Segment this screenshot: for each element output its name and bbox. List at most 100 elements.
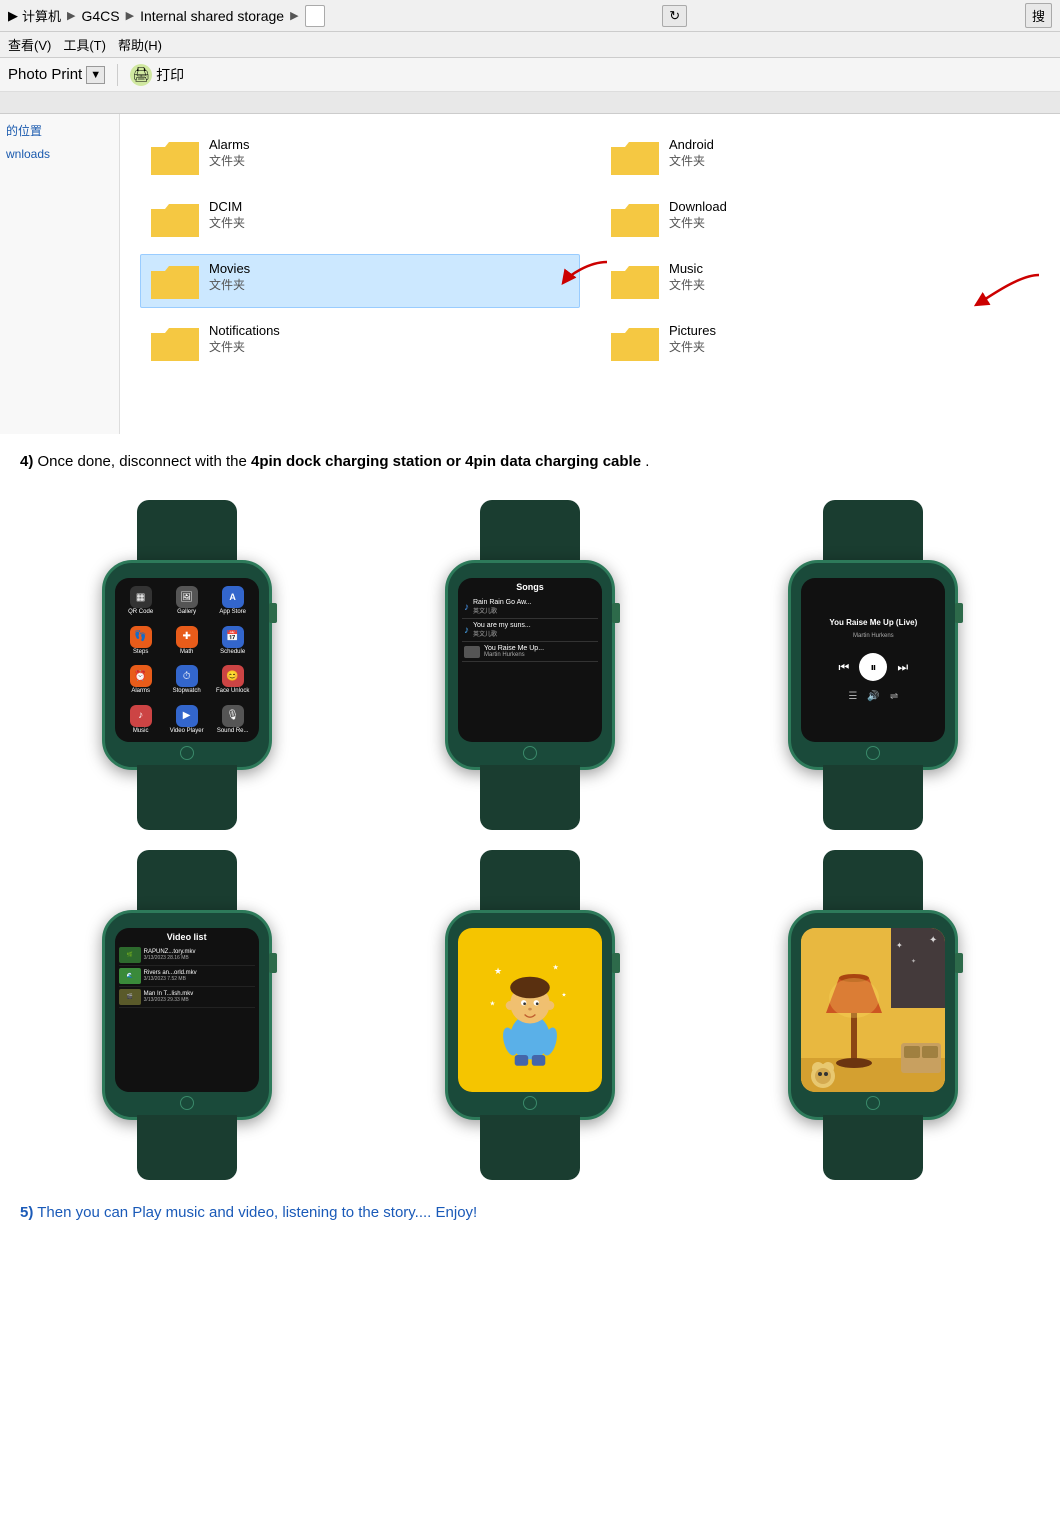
red-arrow-music <box>964 267 1044 317</box>
sidebar: 的位置 wnloads <box>0 114 120 434</box>
watch-cartoon2-screen: ✦ ✦ ✦ <box>801 928 945 1092</box>
song-item-3: You Raise Me Up... Martin Hurkens <box>462 642 598 662</box>
folder-android-icon <box>611 137 659 177</box>
watch-songs-body: Songs ♪ Rain Rain Go Aw... 英文儿歌 ♪ You ar <box>445 560 615 770</box>
song-sub-2: 英文儿歌 <box>473 629 596 638</box>
watch-videolist: Video list 🌿 RAPUNZ...tory.mkv 3/13/2023… <box>20 850 353 1180</box>
watch-cartoon1: ★ ★ ★ ★ <box>363 850 696 1180</box>
folder-download-icon <box>611 199 659 239</box>
folder-notifications[interactable]: Notifications 文件夹 <box>140 316 580 370</box>
path-arrow-icon: ▶ <box>8 8 18 24</box>
menu-help[interactable]: 帮助(H) <box>118 35 162 54</box>
folder-alarms[interactable]: Alarms 文件夹 <box>140 130 580 184</box>
watch-cartoon2: ✦ ✦ ✦ <box>707 850 1040 1180</box>
app-music: ♪ Music <box>119 701 163 739</box>
refresh-button[interactable]: ↻ <box>662 5 687 27</box>
print-icon: 🖨 <box>130 64 152 86</box>
photo-print-button[interactable]: Photo Print ▼ <box>8 66 105 84</box>
up-button[interactable]: 搜 <box>1025 3 1052 28</box>
cartoon1-screen: ★ ★ ★ ★ <box>458 928 602 1092</box>
path-dropdown[interactable] <box>305 5 325 27</box>
video-info-1: RAPUNZ...tory.mkv 3/13/2023 28.16 MB <box>144 949 255 961</box>
file-grid: Alarms 文件夹 Android 文件夹 DCIM 文件夹 <box>120 114 1060 434</box>
folder-android-label: Android 文件夹 <box>669 137 714 169</box>
video-meta-3: 3/13/2023 29.33 MB <box>144 997 255 1003</box>
watches-bottom-row: Video list 🌿 RAPUNZ...tory.mkv 3/13/2023… <box>0 840 1060 1190</box>
player-screen: You Raise Me Up (Live) Martin Hurkens ⏮ … <box>801 578 945 742</box>
cartoon-room-svg: ✦ ✦ ✦ <box>801 928 945 1092</box>
watch-player-body: You Raise Me Up (Live) Martin Hurkens ⏮ … <box>788 560 958 770</box>
video-thumb-2: 🌊 <box>119 968 141 984</box>
print-label: 打印 <box>156 65 184 85</box>
home-button <box>180 746 194 760</box>
step4-bold: 4pin dock charging station or 4pin data … <box>251 453 641 470</box>
video-item-1: 🌿 RAPUNZ...tory.mkv 3/13/2023 28.16 MB <box>119 945 255 966</box>
side-button <box>269 603 277 623</box>
cartoon2-screen: ✦ ✦ ✦ <box>801 928 945 1092</box>
home-button-2 <box>523 746 537 760</box>
folder-dcim[interactable]: DCIM 文件夹 <box>140 192 580 246</box>
video-thumb-3: 🎬 <box>119 989 141 1005</box>
folder-movies-icon <box>151 261 199 301</box>
video-item-2: 🌊 Rivers an...orld.mkv 3/13/2023 7.52 MB <box>119 966 255 987</box>
app-soundre: 🎙 Sound Re... <box>211 701 255 739</box>
menu-tools[interactable]: 工具(T) <box>63 35 106 54</box>
sidebar-item-location[interactable]: 的位置 <box>6 122 113 139</box>
print-button[interactable]: 🖨 打印 <box>130 64 184 86</box>
next-button: ⏭ <box>897 660 908 675</box>
folder-music[interactable]: Music 文件夹 <box>600 254 1040 308</box>
path-separator-2: ▶ <box>126 9 134 22</box>
watch-cartoon2-outer: ✦ ✦ ✦ <box>738 850 1008 1180</box>
folder-notifications-label: Notifications 文件夹 <box>209 323 280 355</box>
side-button-5 <box>612 953 620 973</box>
watch-videolist-outer: Video list 🌿 RAPUNZ...tory.mkv 3/13/2023… <box>52 850 322 1180</box>
home-button-3 <box>866 746 880 760</box>
folder-notifications-icon <box>151 323 199 363</box>
watch-home: ▦ QR Code 🖼 Gallery A App Store 👣 <box>20 500 353 830</box>
home-screen-grid: ▦ QR Code 🖼 Gallery A App Store 👣 <box>115 578 259 742</box>
app-videoplayer: ▶ Video Player <box>165 701 209 739</box>
player-title: You Raise Me Up (Live) <box>829 618 917 627</box>
song-name-2: You are my suns... <box>473 622 596 629</box>
folder-movies[interactable]: Movies 文件夹 <box>140 254 580 308</box>
folder-alarms-label: Alarms 文件夹 <box>209 137 249 169</box>
songs-title: Songs <box>462 582 598 592</box>
path-computer: ▶ 计算机 <box>8 6 61 25</box>
photo-print-label: Photo Print <box>8 66 82 83</box>
folder-dcim-label: DCIM 文件夹 <box>209 199 245 231</box>
watch-player: You Raise Me Up (Live) Martin Hurkens ⏮ … <box>707 500 1040 830</box>
song-item-2: ♪ You are my suns... 英文儿歌 <box>462 619 598 642</box>
svg-text:★: ★ <box>489 1001 495 1008</box>
svg-text:✦: ✦ <box>896 941 903 950</box>
photo-print-dropdown[interactable]: ▼ <box>86 66 105 84</box>
folder-download[interactable]: Download 文件夹 <box>600 192 1040 246</box>
watch-videolist-screen: Video list 🌿 RAPUNZ...tory.mkv 3/13/2023… <box>115 928 259 1092</box>
path-g4cs-label[interactable]: G4CS <box>81 8 119 24</box>
watch-songs: Songs ♪ Rain Rain Go Aw... 英文儿歌 ♪ You ar <box>363 500 696 830</box>
video-info-3: Man In T...lish.mkv 3/13/2023 29.33 MB <box>144 991 255 1003</box>
sidebar-item-downloads[interactable]: wnloads <box>6 147 113 161</box>
song-sub-3: Martin Hurkens <box>484 652 596 658</box>
app-alarms: ⏰ Alarms <box>119 661 163 699</box>
app-faceunlock: 😊 Face Unlock <box>211 661 255 699</box>
video-thumb-1: 🌿 <box>119 947 141 963</box>
folder-pictures-label: Pictures 文件夹 <box>669 323 716 355</box>
path-storage-label[interactable]: Internal shared storage <box>140 8 284 24</box>
app-qrcode: ▦ QR Code <box>119 582 163 620</box>
path-separator-1: ▶ <box>67 9 75 22</box>
step4-number: 4) <box>20 453 33 470</box>
player-extras: ☰ 🔊 ⇌ <box>848 691 898 702</box>
folder-android[interactable]: Android 文件夹 <box>600 130 1040 184</box>
path-computer-label[interactable]: 计算机 <box>22 6 61 25</box>
menu-bar: 查看(V) 工具(T) 帮助(H) <box>0 32 1060 58</box>
videolist-screen: Video list 🌿 RAPUNZ...tory.mkv 3/13/2023… <box>115 928 259 1092</box>
svg-text:★: ★ <box>494 966 502 976</box>
watch-cartoon1-screen: ★ ★ ★ ★ <box>458 928 602 1092</box>
step4-text-after: . <box>645 453 649 470</box>
video-meta-2: 3/13/2023 7.52 MB <box>144 976 255 982</box>
menu-view[interactable]: 查看(V) <box>8 35 51 54</box>
folder-pictures[interactable]: Pictures 文件夹 <box>600 316 1040 370</box>
app-math: ✚ Math <box>165 622 209 660</box>
watch-player-screen: You Raise Me Up (Live) Martin Hurkens ⏮ … <box>801 578 945 742</box>
video-info-2: Rivers an...orld.mkv 3/13/2023 7.52 MB <box>144 970 255 982</box>
